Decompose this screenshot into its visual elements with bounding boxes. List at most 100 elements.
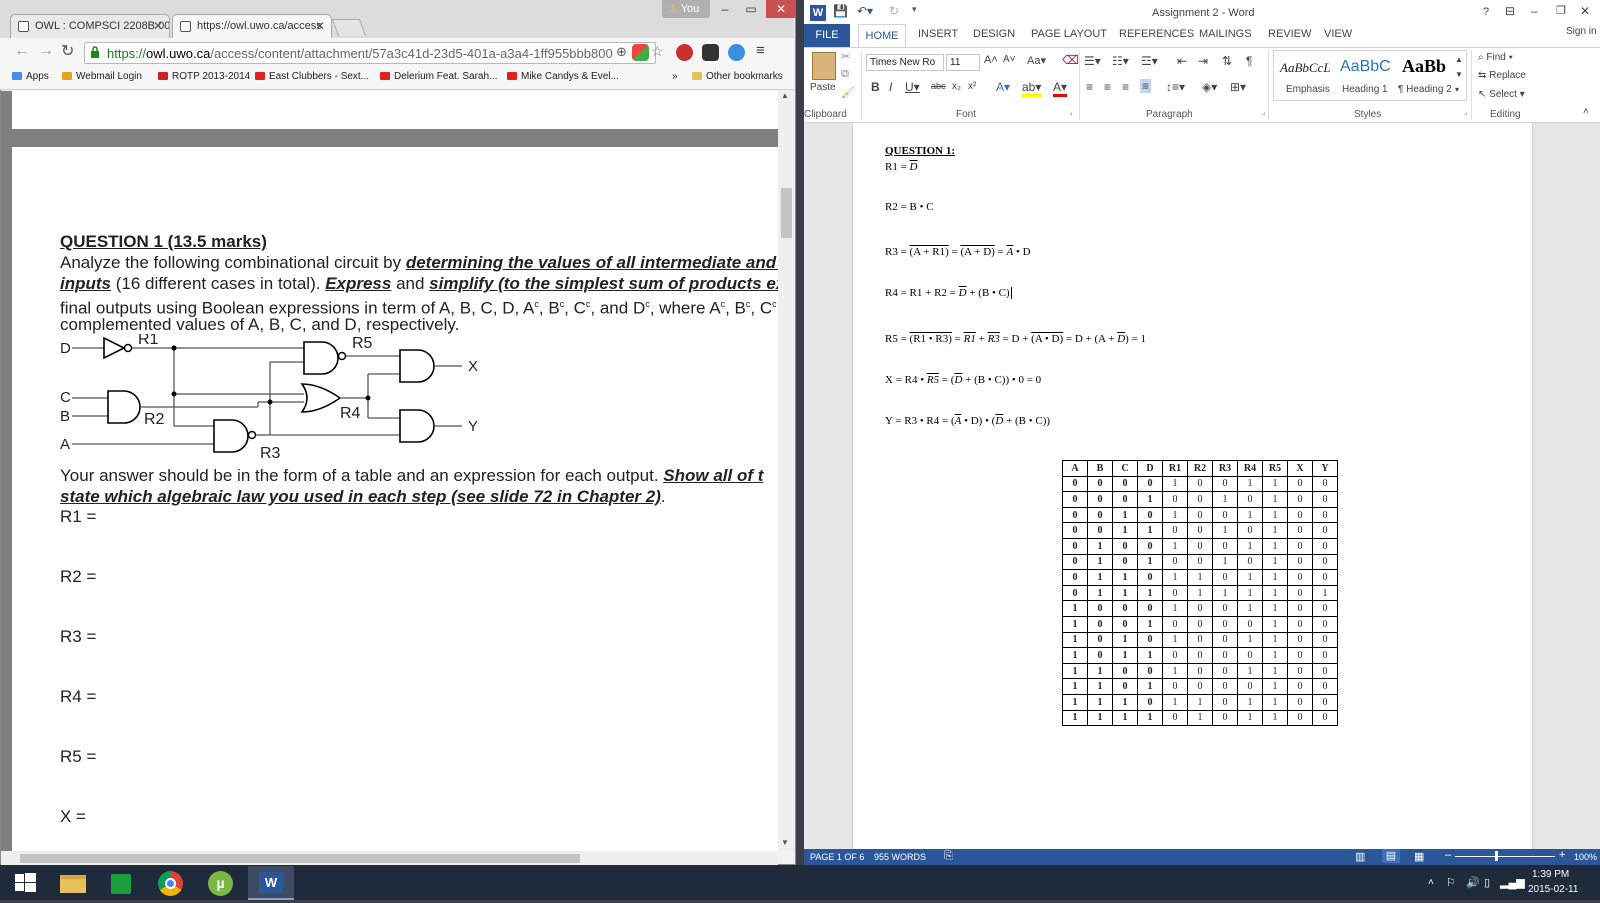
font-color-icon[interactable]: A▾: [1053, 80, 1068, 97]
table-cell[interactable]: 1: [1137, 615, 1163, 633]
table-cell[interactable]: 1: [1187, 693, 1213, 711]
table-cell[interactable]: 0: [1287, 678, 1313, 695]
table-cell[interactable]: 0: [1312, 569, 1338, 586]
table-cell[interactable]: 1: [1062, 693, 1088, 711]
table-cell[interactable]: 1: [1162, 537, 1188, 555]
table-cell[interactable]: 0: [1312, 506, 1338, 524]
table-cell[interactable]: 0: [1212, 600, 1238, 617]
shading-icon[interactable]: ◈▾: [1202, 80, 1217, 94]
table-cell[interactable]: 1: [1112, 647, 1138, 664]
collapse-ribbon-icon[interactable]: ˄: [1583, 106, 1589, 117]
table-cell[interactable]: 1: [1162, 600, 1188, 617]
tab-owl[interactable]: OWL : COMPSCI 2208B 00 ✕: [10, 14, 170, 38]
table-cell[interactable]: 1: [1062, 709, 1088, 727]
table-cell[interactable]: 0: [1087, 631, 1113, 649]
borders-icon[interactable]: ⊞▾: [1230, 80, 1246, 94]
table-cell[interactable]: 0: [1212, 662, 1238, 680]
table-cell[interactable]: 0: [1312, 709, 1338, 727]
table-cell[interactable]: 0: [1312, 553, 1338, 571]
dialog-launcher-icon[interactable]: ⌟: [1464, 107, 1468, 116]
table-cell[interactable]: 1: [1262, 569, 1288, 586]
table-cell[interactable]: 1: [1112, 584, 1138, 602]
word-icon[interactable]: W: [248, 866, 294, 900]
table-cell[interactable]: 1: [1237, 584, 1263, 602]
table-cell[interactable]: 0: [1287, 615, 1313, 633]
extension-check-icon[interactable]: [702, 44, 719, 61]
clock-time[interactable]: 1:39 PM: [1532, 869, 1569, 880]
table-cell[interactable]: 0: [1187, 537, 1213, 555]
table-cell[interactable]: 1: [1062, 600, 1088, 617]
table-cell[interactable]: 0: [1287, 662, 1313, 680]
sort-icon[interactable]: ⇅: [1222, 54, 1232, 68]
style-emphasis-sample[interactable]: AaBbCcL: [1280, 60, 1331, 76]
table-cell[interactable]: 0: [1312, 600, 1338, 617]
redo-icon[interactable]: ↻: [889, 4, 899, 18]
table-cell[interactable]: 0: [1062, 569, 1088, 586]
dialog-launcher-icon[interactable]: ⌟: [1262, 107, 1266, 116]
table-cell[interactable]: 0: [1087, 615, 1113, 633]
table-cell[interactable]: 0: [1062, 475, 1088, 493]
table-cell[interactable]: 1: [1237, 662, 1263, 680]
table-cell[interactable]: 1: [1262, 678, 1288, 695]
table-cell[interactable]: 0: [1112, 537, 1138, 555]
table-cell[interactable]: 0: [1112, 491, 1138, 508]
table-cell[interactable]: 1: [1087, 537, 1113, 555]
tab-page-layout[interactable]: PAGE LAYOUT: [1031, 28, 1107, 40]
table-cell[interactable]: 1: [1262, 475, 1288, 493]
table-cell[interactable]: 0: [1187, 553, 1213, 571]
table-cell[interactable]: 1: [1262, 491, 1288, 508]
table-cell[interactable]: 1: [1237, 506, 1263, 524]
close-window-icon[interactable]: ✕: [766, 0, 796, 18]
font-name-select[interactable]: Times New Ro: [866, 54, 944, 71]
tab-mailings[interactable]: MAILINGS: [1199, 28, 1252, 40]
table-cell[interactable]: 0: [1312, 693, 1338, 711]
table-cell[interactable]: 0: [1187, 475, 1213, 493]
table-cell[interactable]: 1: [1262, 584, 1288, 602]
start-button[interactable]: [2, 866, 48, 900]
maximize-icon[interactable]: ▭: [738, 0, 764, 18]
table-cell[interactable]: 0: [1087, 491, 1113, 508]
table-cell[interactable]: 0: [1137, 631, 1163, 649]
table-cell[interactable]: 0: [1237, 553, 1263, 571]
table-cell[interactable]: 0: [1212, 693, 1238, 711]
grow-font-icon[interactable]: A˄: [984, 54, 998, 66]
italic-icon[interactable]: I: [889, 80, 892, 94]
table-cell[interactable]: 0: [1212, 475, 1238, 493]
table-cell[interactable]: 1: [1162, 662, 1188, 680]
minimize-icon[interactable]: –: [712, 0, 738, 18]
table-cell[interactable]: 1: [1137, 491, 1163, 508]
reload-icon[interactable]: ↻: [61, 41, 74, 61]
table-cell[interactable]: 1: [1237, 709, 1263, 727]
table-cell[interactable]: 1: [1262, 647, 1288, 664]
table-cell[interactable]: 1: [1262, 615, 1288, 633]
table-cell[interactable]: 0: [1137, 569, 1163, 586]
action-center-icon[interactable]: ⚐: [1446, 876, 1456, 889]
line-spacing-icon[interactable]: ↕≡▾: [1166, 80, 1185, 94]
table-cell[interactable]: 1: [1087, 709, 1113, 727]
close-window-icon[interactable]: ✕: [1580, 4, 1590, 18]
table-cell[interactable]: 0: [1162, 522, 1188, 539]
scrollbar-thumb[interactable]: [781, 188, 792, 238]
style-heading2-sample[interactable]: AaBb: [1402, 56, 1446, 77]
table-cell[interactable]: 1: [1237, 600, 1263, 617]
scrollbar-thumb[interactable]: [20, 854, 580, 863]
close-tab-icon[interactable]: ✕: [153, 19, 163, 33]
minimize-icon[interactable]: –: [1531, 4, 1538, 18]
sign-in-link[interactable]: Sign in: [1566, 26, 1597, 37]
table-cell[interactable]: 1: [1162, 506, 1188, 524]
table-cell[interactable]: 0: [1287, 553, 1313, 571]
zoom-icon[interactable]: ⊕: [616, 44, 627, 60]
table-cell[interactable]: 0: [1312, 662, 1338, 680]
table-cell[interactable]: 1: [1112, 709, 1138, 727]
align-left-icon[interactable]: ≡: [1086, 80, 1093, 94]
table-cell[interactable]: 0: [1062, 553, 1088, 571]
extension-chat-icon[interactable]: [728, 44, 745, 61]
table-cell[interactable]: 0: [1212, 678, 1238, 695]
table-cell[interactable]: 1: [1112, 522, 1138, 539]
table-cell[interactable]: 0: [1062, 491, 1088, 508]
tab-references[interactable]: REFERENCES: [1119, 28, 1194, 40]
bookmark-webmail[interactable]: Webmail Login: [62, 71, 142, 82]
table-cell[interactable]: 0: [1062, 584, 1088, 602]
table-cell[interactable]: 0: [1162, 615, 1188, 633]
chrome-icon[interactable]: [148, 866, 194, 900]
